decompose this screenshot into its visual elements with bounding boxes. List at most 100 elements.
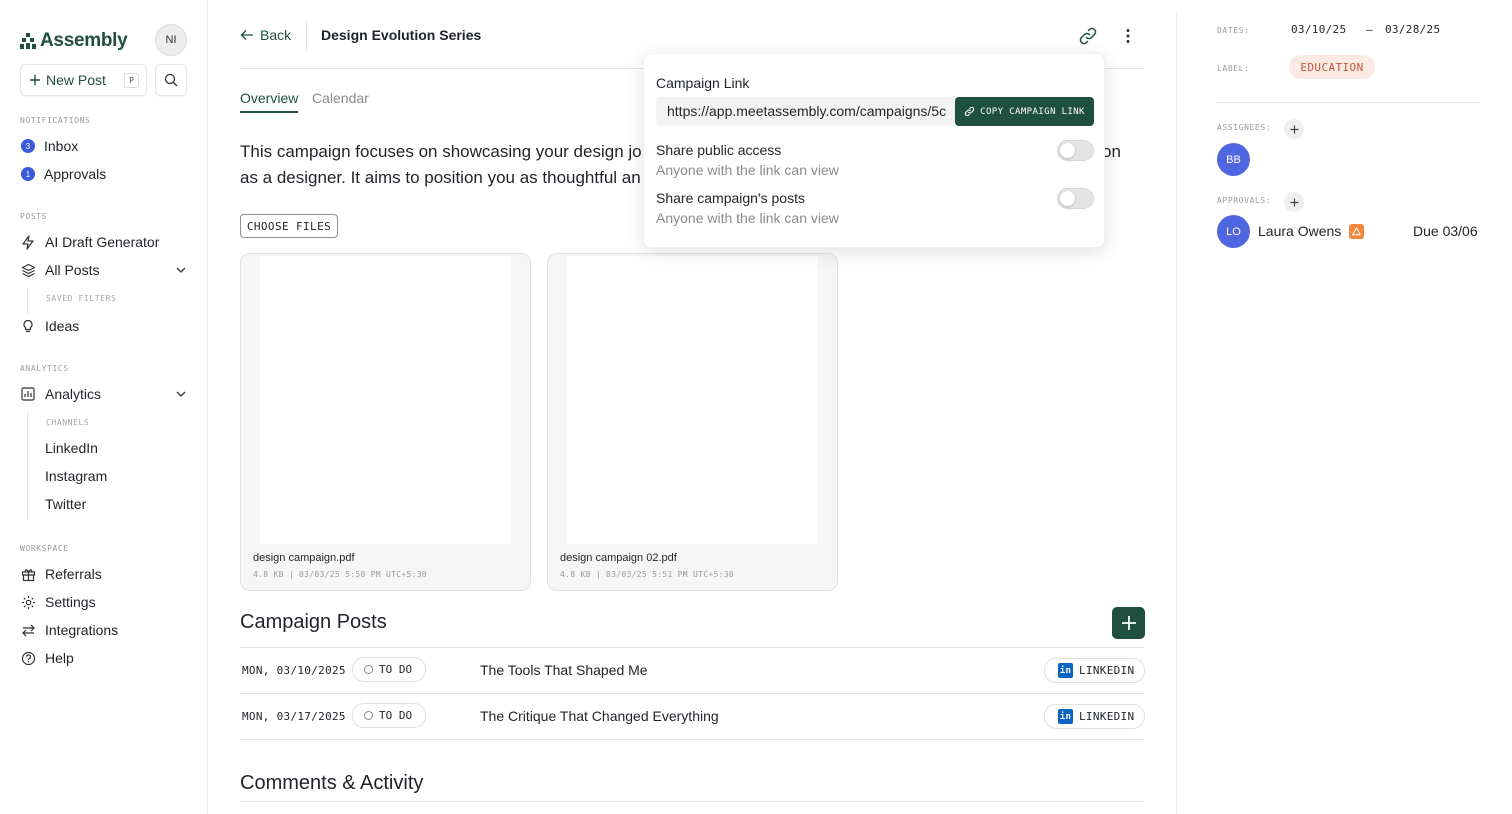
assignee-avatar[interactable]: BB bbox=[1217, 143, 1250, 176]
arrows-swap-icon bbox=[21, 624, 35, 636]
status-badge[interactable]: TO DO bbox=[352, 657, 426, 682]
tab-overview[interactable]: Overview bbox=[240, 90, 299, 113]
shortcut-key: P bbox=[124, 73, 139, 88]
approvals-count-badge: 1 bbox=[21, 167, 35, 181]
user-avatar[interactable]: NI bbox=[155, 24, 187, 56]
more-options-button[interactable] bbox=[1118, 26, 1138, 46]
approver-name: Laura Owens bbox=[1258, 223, 1342, 239]
file-preview bbox=[260, 256, 511, 544]
approver-avatar[interactable]: LO bbox=[1217, 215, 1250, 248]
search-icon bbox=[164, 73, 178, 87]
arrow-left-icon bbox=[240, 30, 253, 40]
approvals-label: APPROVALS: bbox=[1217, 196, 1272, 205]
channel-label: LINKEDIN bbox=[1079, 710, 1135, 723]
date-separator: — bbox=[1366, 23, 1373, 36]
sidebar-item-ai-draft[interactable]: AI Draft Generator bbox=[20, 231, 188, 253]
sidebar-item-label: Analytics bbox=[45, 386, 102, 402]
chevron-down-icon[interactable] bbox=[174, 387, 188, 401]
sidebar-item-all-posts[interactable]: All Posts bbox=[20, 259, 188, 281]
user-avatar-initials: NI bbox=[165, 34, 177, 46]
tree-line bbox=[27, 288, 28, 314]
campaign-url-field[interactable]: https://app.meetassembly.com/campaigns/5… bbox=[656, 97, 956, 126]
gift-icon bbox=[21, 568, 35, 581]
approver-initials: LO bbox=[1226, 225, 1241, 238]
row-divider bbox=[240, 693, 1144, 694]
sidebar-item-label: Integrations bbox=[45, 622, 119, 638]
sidebar-channel-linkedin[interactable]: LinkedIn bbox=[45, 440, 98, 456]
search-button[interactable] bbox=[155, 64, 187, 96]
file-meta: 4.8 KB | 03/03/25 5:51 PM UTC+5:30 bbox=[560, 570, 734, 579]
channel-badge: in LINKEDIN bbox=[1044, 704, 1145, 729]
back-label: Back bbox=[260, 27, 292, 43]
chevron-down-icon[interactable] bbox=[174, 263, 188, 277]
copy-campaign-link-button[interactable]: COPY CAMPAIGN LINK bbox=[955, 97, 1094, 126]
channel-label: LINKEDIN bbox=[1079, 664, 1135, 677]
sidebar-item-settings[interactable]: Settings bbox=[20, 591, 188, 613]
plus-icon bbox=[1290, 125, 1298, 133]
comments-heading: Comments & Activity bbox=[240, 772, 424, 794]
dates-label: DATES: bbox=[1217, 26, 1250, 35]
tab-calendar[interactable]: Calendar bbox=[312, 90, 369, 106]
add-post-button[interactable] bbox=[1112, 607, 1145, 639]
sidebar-item-ideas[interactable]: Ideas bbox=[20, 315, 188, 337]
help-circle-icon bbox=[21, 651, 35, 665]
plus-icon bbox=[1121, 616, 1136, 630]
assignee-initials: BB bbox=[1226, 153, 1241, 166]
sidebar-item-inbox[interactable]: 3 Inbox bbox=[20, 135, 188, 157]
description-line-2: as a designer. It aims to position you a… bbox=[240, 168, 641, 187]
back-button[interactable]: Back bbox=[240, 27, 291, 43]
choose-files-button[interactable]: CHOOSE FILES bbox=[240, 214, 338, 238]
sidebar-channel-twitter[interactable]: Twitter bbox=[45, 496, 86, 512]
sidebar-item-integrations[interactable]: Integrations bbox=[20, 619, 188, 641]
status-dot-icon bbox=[364, 665, 373, 674]
post-title[interactable]: The Tools That Shaped Me bbox=[480, 662, 648, 678]
status-label: TO DO bbox=[379, 709, 413, 722]
campaign-label-badge[interactable]: EDUCATION bbox=[1289, 55, 1375, 79]
sidebar-item-approvals[interactable]: 1 Approvals bbox=[20, 163, 188, 185]
section-label-workspace: WORKSPACE bbox=[20, 544, 69, 553]
file-card[interactable]: design campaign 02.pdf 4.8 KB | 03/03/25… bbox=[547, 253, 838, 591]
brand-logo[interactable]: Assembly bbox=[20, 30, 128, 52]
campaign-link-button[interactable] bbox=[1078, 26, 1098, 46]
lightbulb-icon bbox=[23, 319, 33, 332]
sidebar-item-label: AI Draft Generator bbox=[45, 234, 160, 250]
end-date[interactable]: 03/28/25 bbox=[1385, 23, 1440, 36]
plus-icon bbox=[1290, 198, 1298, 206]
sidebar-item-label: Referrals bbox=[45, 566, 102, 582]
share-posts-title: Share campaign's posts bbox=[656, 190, 805, 206]
link-icon bbox=[1079, 27, 1097, 45]
popover-title: Campaign Link bbox=[656, 75, 750, 91]
post-title[interactable]: The Critique That Changed Everything bbox=[480, 708, 719, 724]
sidebar-item-help[interactable]: Help bbox=[20, 647, 188, 669]
new-post-label: New Post bbox=[46, 72, 106, 88]
add-approver-button[interactable] bbox=[1284, 192, 1304, 212]
status-badge[interactable]: TO DO bbox=[352, 703, 426, 728]
share-public-sub: Anyone with the link can view bbox=[656, 162, 839, 178]
layers-icon bbox=[21, 263, 35, 277]
file-name: design campaign.pdf bbox=[253, 552, 355, 564]
share-posts-toggle[interactable] bbox=[1057, 188, 1094, 209]
tree-line bbox=[27, 412, 28, 520]
section-label-analytics: ANALYTICS bbox=[20, 364, 69, 373]
sidebar-channel-instagram[interactable]: Instagram bbox=[45, 468, 107, 484]
linkedin-icon: in bbox=[1058, 663, 1073, 678]
sidebar-item-analytics[interactable]: Analytics bbox=[20, 383, 188, 405]
gear-icon bbox=[21, 595, 35, 609]
sidebar-item-referrals[interactable]: Referrals bbox=[20, 563, 188, 585]
share-public-toggle[interactable] bbox=[1057, 140, 1094, 161]
sidebar-item-label: Inbox bbox=[44, 138, 79, 154]
file-preview bbox=[567, 256, 818, 544]
channel-badge: in LINKEDIN bbox=[1044, 658, 1145, 683]
new-post-button[interactable]: New Post P bbox=[20, 64, 147, 96]
description-line-1: This campaign focuses on showcasing your… bbox=[240, 142, 642, 161]
file-card[interactable]: design campaign.pdf 4.8 KB | 03/03/25 5:… bbox=[240, 253, 531, 591]
assembly-logo-icon bbox=[20, 33, 36, 49]
campaign-link-popover: Campaign Link https://app.meetassembly.c… bbox=[643, 53, 1105, 248]
inbox-count-badge: 3 bbox=[21, 139, 35, 153]
share-posts-sub: Anyone with the link can view bbox=[656, 210, 839, 226]
add-assignee-button[interactable] bbox=[1284, 119, 1304, 139]
approval-due-date: Due 03/06 bbox=[1413, 223, 1478, 239]
header-divider bbox=[306, 20, 307, 52]
start-date[interactable]: 03/10/25 bbox=[1291, 23, 1346, 36]
more-vertical-icon bbox=[1126, 29, 1130, 43]
